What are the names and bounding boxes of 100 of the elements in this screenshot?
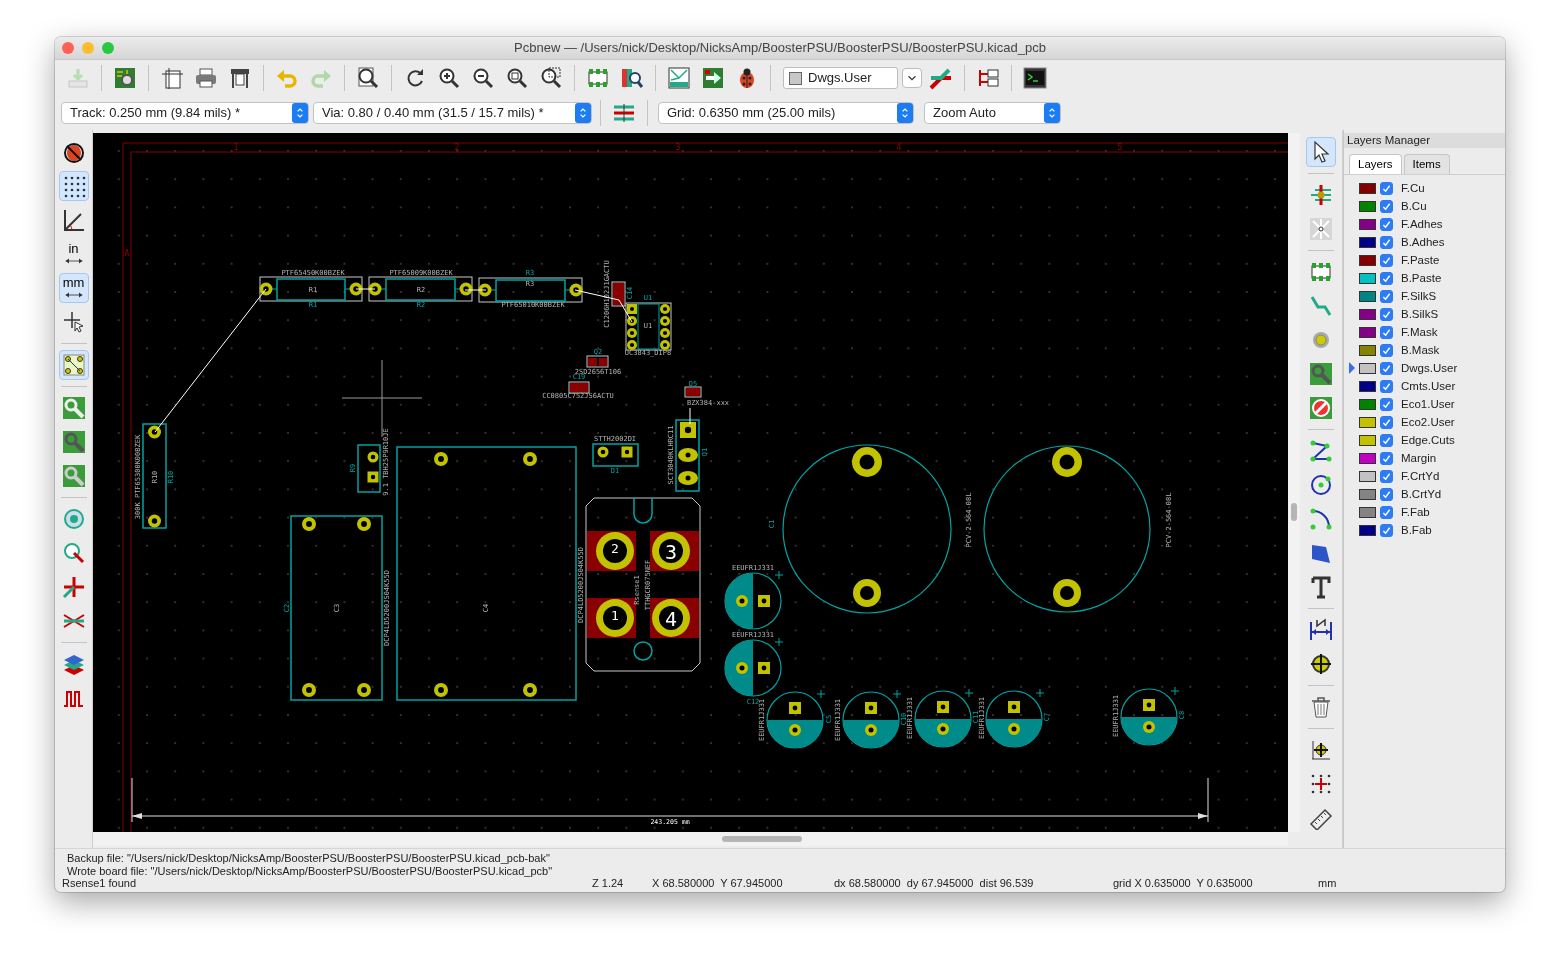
crosshair-cursor-icon bbox=[61, 310, 86, 334]
via-size-select[interactable]: Via: 0.80 / 0.40 mm (31.5 / 15.7 mils) * bbox=[313, 102, 592, 124]
layer-checkbox[interactable] bbox=[1380, 361, 1393, 375]
zoom-out-icon bbox=[471, 66, 495, 90]
layer-checkbox[interactable] bbox=[1380, 451, 1393, 465]
layer-name[interactable]: F.Mask bbox=[1401, 323, 1438, 341]
layer-name[interactable]: B.Adhes bbox=[1401, 233, 1445, 251]
zoom-select[interactable]: Zoom Auto bbox=[924, 102, 1061, 124]
zoom-fit-icon bbox=[505, 66, 529, 90]
status-field: Z 1.24 bbox=[592, 876, 652, 892]
horizontal-scrollbar[interactable] bbox=[93, 832, 1288, 846]
pointer-button[interactable] bbox=[1306, 137, 1336, 167]
grid-origin-icon bbox=[1309, 772, 1333, 796]
layer-name[interactable]: F.Paste bbox=[1401, 251, 1440, 269]
smd-footprint bbox=[568, 381, 590, 394]
layer-name[interactable]: F.Cu bbox=[1401, 179, 1425, 197]
resistor-footprint bbox=[357, 444, 381, 493]
panel-title: Layers Manager bbox=[1344, 133, 1505, 148]
layer-name[interactable]: B.Fab bbox=[1401, 521, 1432, 539]
plotter-icon bbox=[228, 66, 252, 90]
dimension-icon bbox=[1309, 618, 1333, 642]
layer-name[interactable]: Margin bbox=[1401, 449, 1437, 467]
layer-checkbox[interactable] bbox=[1380, 253, 1393, 267]
layer-name[interactable]: Eco1.User bbox=[1401, 395, 1455, 413]
zoom-in-icon bbox=[437, 66, 461, 90]
status-field: mm bbox=[1318, 876, 1378, 892]
pad-number: 2 bbox=[611, 540, 619, 556]
layer-name[interactable]: Edge.Cuts bbox=[1401, 431, 1455, 449]
target-icon bbox=[1309, 652, 1333, 676]
layer-name: Dwgs.User bbox=[808, 69, 872, 88]
capacitor-footprint bbox=[985, 688, 1045, 748]
layer-name[interactable]: B.Mask bbox=[1401, 341, 1440, 359]
layer-checkbox[interactable] bbox=[1380, 289, 1393, 303]
capacitor-footprint bbox=[1120, 686, 1180, 746]
ratsnest-line bbox=[464, 289, 487, 291]
layer-menu-button[interactable] bbox=[902, 68, 922, 88]
layer-checkbox[interactable] bbox=[1380, 469, 1393, 483]
layer-checkbox[interactable] bbox=[1380, 199, 1393, 213]
tray-icon bbox=[66, 66, 90, 90]
track-width-select[interactable]: Track: 0.250 mm (9.84 mils) * bbox=[61, 102, 309, 124]
ratsnest-button[interactable] bbox=[58, 350, 89, 380]
vertical-scrollbar[interactable] bbox=[1288, 133, 1300, 832]
smd-footprint bbox=[611, 281, 626, 307]
no-entry-icon bbox=[1309, 396, 1333, 420]
text-tool-icon bbox=[1309, 575, 1333, 599]
layer-name[interactable]: F.Fab bbox=[1401, 503, 1430, 521]
page-layout-icon bbox=[160, 66, 184, 90]
layer-checkbox[interactable] bbox=[1380, 307, 1393, 321]
layer-name[interactable]: B.CrtYd bbox=[1401, 485, 1442, 503]
grid-select[interactable]: Grid: 0.6350 mm (25.00 mils) bbox=[658, 102, 914, 124]
ratsnest-line bbox=[355, 288, 376, 290]
layer-checkbox[interactable] bbox=[1380, 505, 1393, 519]
layer-checkbox[interactable] bbox=[1380, 235, 1393, 249]
layer-select[interactable]: Dwgs.User bbox=[783, 67, 898, 89]
track-bend-icon bbox=[929, 66, 953, 90]
grid-button[interactable] bbox=[58, 171, 89, 201]
capacitor-footprint bbox=[766, 689, 826, 749]
component-tree-icon bbox=[976, 66, 1000, 90]
layer-name[interactable]: Dwgs.User bbox=[1401, 359, 1458, 377]
status-field: dx 68.580000 dy 67.945000 dist 96.539 bbox=[834, 876, 1113, 892]
layer-name[interactable]: B.Paste bbox=[1401, 269, 1442, 287]
units-button[interactable]: mm bbox=[58, 273, 89, 303]
layer-name[interactable]: B.SilkS bbox=[1401, 305, 1439, 323]
layer-checkbox[interactable] bbox=[1380, 343, 1393, 357]
layer-name[interactable]: F.CrtYd bbox=[1401, 467, 1440, 485]
stepper-arrows-icon bbox=[901, 106, 909, 120]
window-title: Pcbnew — /Users/nick/Desktop/NicksAmp/BoosterPSU/BoosterPSU/BoosterPSU.kicad_pcb bbox=[513, 39, 1047, 58]
layer-name[interactable]: Eco2.User bbox=[1401, 413, 1455, 431]
frame-column-label: 5 bbox=[1117, 143, 1123, 152]
units-button[interactable]: in bbox=[58, 239, 89, 269]
status-field: Rsense1 found bbox=[62, 876, 592, 892]
pad-number: 1 bbox=[611, 607, 619, 623]
circle-icon bbox=[1309, 473, 1333, 497]
layer-checkbox[interactable] bbox=[1380, 325, 1393, 339]
track-width-icon bbox=[612, 101, 636, 125]
stepper-arrows-icon bbox=[296, 106, 304, 120]
origin-icon bbox=[1309, 738, 1333, 762]
layer-checkbox[interactable] bbox=[1380, 181, 1393, 195]
layer-checkbox[interactable] bbox=[1380, 523, 1393, 537]
layer-checkbox[interactable] bbox=[1380, 379, 1393, 393]
layer-checkbox[interactable] bbox=[1380, 433, 1393, 447]
terminal-icon bbox=[1023, 66, 1047, 90]
layer-checkbox[interactable] bbox=[1380, 397, 1393, 411]
layer-name[interactable]: Cmts.User bbox=[1401, 377, 1456, 395]
layer-name[interactable]: F.Adhes bbox=[1401, 215, 1443, 233]
layer-name[interactable]: B.Cu bbox=[1401, 197, 1427, 215]
pad-number: 4 bbox=[665, 607, 677, 631]
panel-tab[interactable]: Items bbox=[1403, 154, 1450, 175]
trash-icon bbox=[1309, 695, 1333, 719]
frame-column-label: 4 bbox=[896, 143, 902, 152]
layer-name[interactable]: F.SilkS bbox=[1401, 287, 1437, 305]
layer-checkbox[interactable] bbox=[1380, 217, 1393, 231]
layer-checkbox[interactable] bbox=[1380, 487, 1393, 501]
printer-icon bbox=[194, 66, 218, 90]
ratsnest-line bbox=[689, 407, 691, 425]
layer-checkbox[interactable] bbox=[1380, 415, 1393, 429]
panel-tab[interactable]: Layers bbox=[1349, 154, 1402, 175]
ic-footprint bbox=[625, 302, 672, 351]
polar-axes-icon bbox=[61, 208, 86, 232]
layer-checkbox[interactable] bbox=[1380, 271, 1393, 285]
